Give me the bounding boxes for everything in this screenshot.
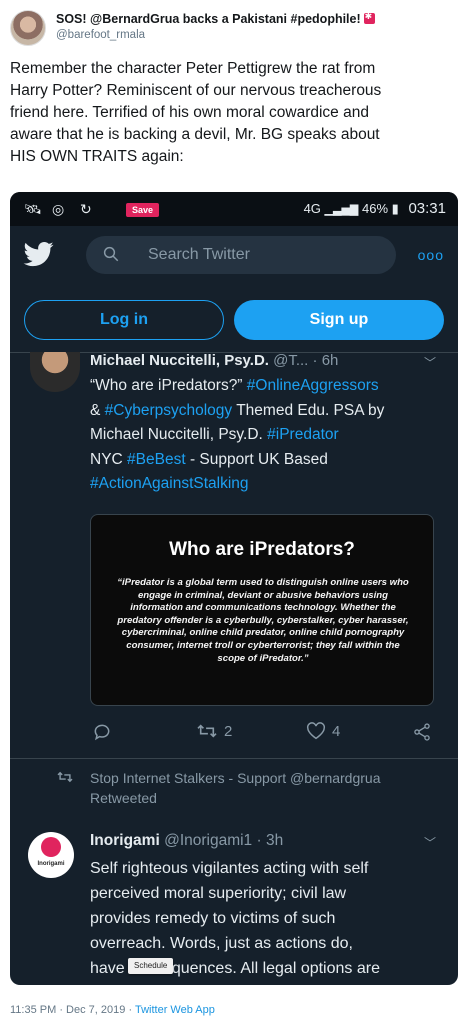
retweet-icon (57, 771, 73, 783)
search-input[interactable]: Search Twitter (86, 236, 396, 274)
twitter-bird-icon[interactable] (22, 239, 56, 269)
retweet-icon (197, 724, 217, 738)
inorigami-logo-icon (41, 837, 61, 857)
retweeted-by-text[interactable]: Stop Internet Stalkers - Support @bernar… (90, 768, 440, 808)
reply-button[interactable] (92, 722, 112, 742)
chrome-icon: ◎ (52, 201, 65, 217)
login-button[interactable]: Log in (24, 300, 224, 340)
tweet-text-line: perceived moral superiority; civil law (90, 885, 347, 902)
warning-emoji-icon (363, 11, 375, 24)
display-name-text[interactable]: SOS! @BernardGrua backs a Pakistani #ped… (56, 12, 361, 26)
divider (10, 758, 458, 759)
text-run: “Who are iPredators?” (90, 377, 247, 394)
avatar[interactable] (10, 10, 46, 46)
text-run: - Support UK Based (185, 450, 328, 468)
share-button[interactable] (412, 722, 432, 742)
tweet-author[interactable]: Michael Nuccitelli, Psy.D. @T... · 6h (90, 352, 338, 369)
tweet-meta: 11:35 PM · Dec 7, 2019 · Twitter Web App (10, 1004, 215, 1016)
hashtag-link[interactable]: #ActionAgainstStalking (90, 475, 249, 492)
search-icon (103, 246, 119, 262)
avatar-label: Inorigami (37, 861, 65, 867)
search-placeholder[interactable]: Search Twitter (148, 246, 250, 264)
tweet-time[interactable]: 3h (266, 832, 283, 849)
tweet-text-line: aware that he is backing a devil, Mr. BG… (10, 126, 380, 143)
sync-icon: ↻ (80, 201, 92, 217)
text-run: NYC (90, 450, 128, 468)
author-name[interactable]: Michael Nuccitelli, Psy.D. (90, 352, 269, 369)
tweet-media-image[interactable]: Who are iPredators? “iPredator is a glob… (90, 514, 434, 706)
user-handle[interactable]: @barefoot_rmala (56, 29, 145, 41)
tweet-actions: 2 4 (10, 722, 458, 748)
tweet-time[interactable]: 6h (322, 352, 339, 369)
clock: 03:31 (408, 200, 446, 217)
signal-icon: ▁▃▅▇ (324, 204, 359, 216)
author-name[interactable]: Inorigami (90, 832, 160, 849)
like-button[interactable]: 4 (306, 722, 340, 740)
schedule-button[interactable]: Schedule (128, 958, 174, 974)
tweet-author[interactable]: Inorigami @Inorigami1 · 3h (90, 832, 283, 850)
network-label: 4G (303, 201, 321, 216)
auth-buttons: Log in Sign up (10, 300, 458, 344)
text-run: & (90, 401, 105, 419)
tweet-text-line: HIS OWN TRAITS again: (10, 148, 184, 165)
tweet-text: “Who are iPredators?” #OnlineAggressors &… (90, 374, 440, 497)
author-handle[interactable]: @T... (273, 352, 308, 369)
tweet-text-line: Remember the character Peter Pettigrew t… (10, 60, 376, 77)
hashtag-link[interactable]: #iPredator (267, 426, 339, 443)
avatar[interactable] (30, 352, 80, 392)
tweet-text-line: provides remedy to victims of such (90, 910, 336, 927)
separator: · (256, 832, 266, 849)
tweet-text-line: overreach. Words, just as actions do, (90, 935, 353, 952)
tweet-text-line: Harry Potter? Reminiscent of our nervous… (10, 82, 382, 99)
retweet-button[interactable]: 2 (196, 722, 232, 740)
display-name[interactable]: SOS! @BernardGrua backs a Pakistani #ped… (56, 11, 375, 26)
hashtag-link[interactable]: #OnlineAggressors (247, 377, 379, 394)
twitter-top-bar: Search Twitter ooo (10, 226, 458, 286)
chevron-down-icon[interactable]: ﹀ (424, 354, 436, 371)
tweet-text-line: friend here. Terrified of his own moral … (10, 104, 369, 121)
battery-icon: ▮ (391, 201, 399, 216)
tweet-text-line: Self righteous vigilantes acting with se… (90, 860, 369, 877)
media-title: Who are iPredators? (169, 539, 355, 560)
status-right: 4G ▁▃▅▇ 46% ▮ 03:31 (304, 200, 446, 217)
hashtag-link[interactable]: #Cyberpsychology (105, 402, 233, 419)
more-options-icon[interactable]: ooo (418, 247, 444, 263)
tweet-header: SOS! @BernardGrua backs a Pakistani #ped… (10, 8, 460, 48)
heart-icon (307, 722, 325, 740)
tweet-timestamp[interactable]: 11:35 PM · Dec 7, 2019 (10, 1004, 125, 1016)
phone-status-bar: 🛰 ◎ ↻ Save 4G ▁▃▅▇ 46% ▮ 03:31 (10, 192, 458, 226)
hashtag-link[interactable]: #BeBest (127, 451, 186, 468)
login-label[interactable]: Log in (100, 311, 148, 328)
attached-screenshot[interactable]: 🛰 ◎ ↻ Save 4G ▁▃▅▇ 46% ▮ 03:31 Search Tw… (10, 192, 458, 985)
retweet-count: 2 (224, 722, 233, 740)
author-handle[interactable]: @Inorigami1 (164, 832, 252, 849)
notification-icon: 🛰 (24, 201, 42, 217)
reply-icon (94, 724, 110, 741)
tweet-source-link[interactable]: Twitter Web App (135, 1004, 215, 1016)
separator: · (312, 352, 322, 369)
media-quote: “iPredator is a global term used to dist… (117, 577, 409, 664)
chevron-down-icon[interactable]: ﹀ (424, 834, 436, 851)
pinterest-save-button[interactable]: Save (126, 203, 160, 217)
like-count: 4 (332, 722, 341, 740)
signup-button[interactable]: Sign up (234, 300, 444, 340)
signup-label[interactable]: Sign up (310, 311, 369, 328)
share-icon (414, 723, 430, 741)
save-label[interactable]: Save (132, 205, 153, 215)
avatar[interactable]: Inorigami (28, 832, 74, 878)
battery-label: 46% (362, 201, 389, 216)
schedule-label[interactable]: Schedule (134, 961, 167, 970)
tweet-text: Remember the character Peter Pettigrew t… (10, 58, 460, 168)
